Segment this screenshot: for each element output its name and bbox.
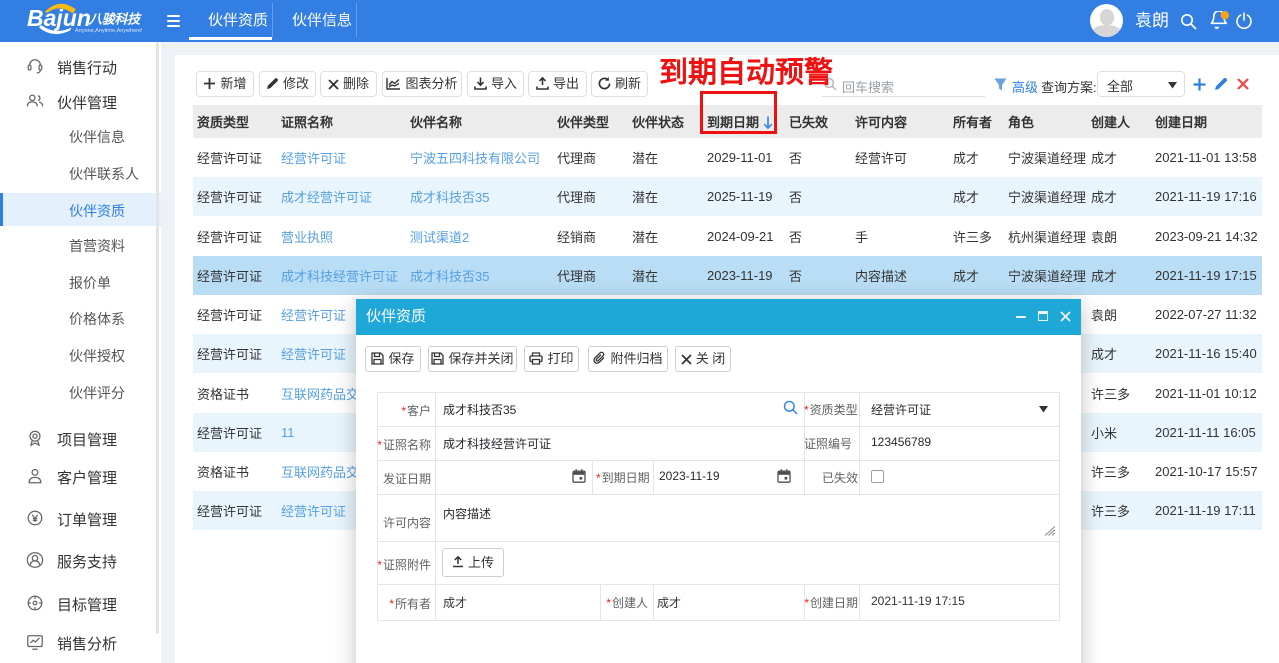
- svg-text:八骏科技: 八骏科技: [88, 12, 142, 27]
- svg-text:Anyone,Anytime,Anywhere!: Anyone,Anytime,Anywhere!: [75, 28, 143, 34]
